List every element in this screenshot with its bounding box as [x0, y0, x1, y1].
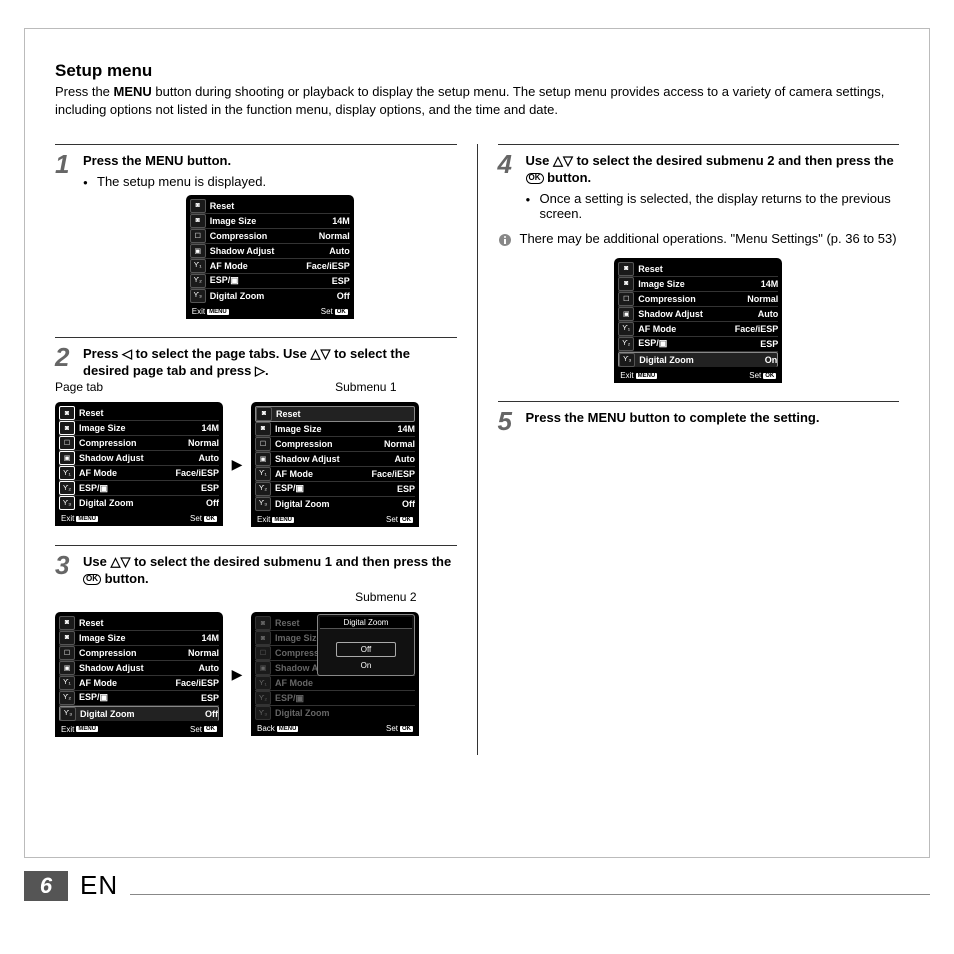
lock-icon: ☐ [618, 292, 634, 306]
step4-bullet: Once a setting is selected, the display … [526, 191, 900, 221]
step1-head: Press the MENU button. [83, 153, 457, 170]
camera-icon: ◙ [59, 406, 75, 420]
page-title: Setup menu [55, 61, 899, 81]
page-number: 6 [24, 871, 68, 901]
step2-head: Press ◁ to select the page tabs. Use △▽ … [83, 346, 457, 380]
step4-head: Use △▽ to select the desired submenu 2 a… [526, 153, 900, 187]
label-page-tab: Page tab [55, 380, 103, 394]
lock-icon: ☐ [190, 229, 206, 243]
camera-icon: ◙ [618, 262, 634, 276]
play-icon: ▣ [59, 661, 75, 675]
page-lang: EN [80, 870, 118, 901]
popup-opt-off: Off [336, 642, 396, 657]
footer-exit: ExitMENU [192, 307, 229, 316]
column-divider [477, 144, 478, 754]
ok-icon: OK [83, 574, 101, 585]
step-num: 5 [498, 408, 526, 434]
step-num: 1 [55, 151, 83, 177]
wrench-icon: Ƴ₂ [190, 274, 206, 288]
step5-head: Press the MENU button to complete the se… [526, 410, 900, 427]
wrench-icon: Ƴ₁ [618, 322, 634, 336]
play-icon: ▣ [59, 451, 75, 465]
camera-icon: ◙ [190, 214, 206, 228]
menu-step2-right: ◙Reset ◙Image Size14M ☐CompressionNormal… [251, 402, 419, 527]
menu-step3-right: ◙Reset ◙Image Size ☐Compression ▣Shadow … [251, 612, 419, 736]
play-icon: ▣ [618, 307, 634, 321]
footer-set: SetOK [321, 307, 348, 316]
note-icon [498, 233, 512, 250]
arrow-right-icon: ▶ [229, 666, 245, 683]
step-3: 3 Use △▽ to select the desired submenu 1… [55, 545, 457, 737]
lock-icon: ☐ [255, 437, 271, 451]
step-2: 2 Press ◁ to select the page tabs. Use △… [55, 337, 457, 527]
wrench-icon: Ƴ₂ [618, 337, 634, 351]
intro-pre: Press the [55, 84, 114, 99]
ok-icon: OK [526, 173, 544, 184]
camera-icon: ◙ [255, 422, 271, 436]
camera-icon: ◙ [618, 277, 634, 291]
label-submenu1: Submenu 1 [335, 380, 396, 394]
manual-page: Setup menu Press the MENU button during … [24, 28, 930, 858]
note-text: There may be additional operations. "Men… [520, 231, 897, 250]
menu-step2-left: ◙Reset ◙Image Size14M ☐CompressionNormal… [55, 402, 223, 526]
step-num: 3 [55, 552, 83, 578]
intro-text: Press the MENU button during shooting or… [55, 83, 899, 118]
wrench-icon: Ƴ₁ [255, 467, 271, 481]
play-icon: ▣ [190, 244, 206, 258]
step-num: 4 [498, 151, 526, 177]
wrench-icon: Ƴ₃ [619, 353, 635, 367]
menu-step3-left: ◙Reset ◙Image Size14M ☐CompressionNormal… [55, 612, 223, 737]
wrench-icon: Ƴ₂ [59, 691, 75, 705]
intro-post: button during shooting or playback to di… [55, 84, 884, 117]
step-5: 5 Press the MENU button to complete the … [498, 401, 900, 434]
wrench-icon: Ƴ₃ [59, 496, 75, 510]
popup-title: Digital Zoom [320, 617, 412, 629]
step3-head: Use △▽ to select the desired submenu 1 a… [83, 554, 457, 588]
footer-rule [130, 894, 930, 895]
popup-digital-zoom: Digital Zoom Off On [317, 614, 415, 676]
label-submenu2: Submenu 2 [355, 590, 416, 604]
intro-bold: MENU [114, 84, 152, 99]
wrench-icon: Ƴ₃ [255, 497, 271, 511]
play-icon: ▣ [255, 452, 271, 466]
step-num: 2 [55, 344, 83, 370]
column-right: 4 Use △▽ to select the desired submenu 2… [498, 144, 900, 754]
camera-icon: ◙ [256, 407, 272, 421]
wrench-icon: Ƴ₁ [59, 466, 75, 480]
arrow-right-icon: ▶ [229, 456, 245, 473]
camera-icon: ◙ [59, 631, 75, 645]
columns: 1 Press the MENU button. The setup menu … [55, 144, 899, 754]
wrench-icon: Ƴ₂ [255, 482, 271, 496]
step-4: 4 Use △▽ to select the desired submenu 2… [498, 144, 900, 383]
wrench-icon: Ƴ₁ [59, 676, 75, 690]
wrench-icon: Ƴ₁ [190, 259, 206, 273]
camera-icon: ◙ [190, 199, 206, 213]
camera-icon: ◙ [59, 421, 75, 435]
wrench-icon: Ƴ₃ [60, 707, 76, 721]
wrench-icon: Ƴ₂ [59, 481, 75, 495]
page-footer: 6 EN [24, 870, 930, 901]
popup-opt-on: On [336, 659, 396, 672]
menu-step4: ◙Reset ◙Image Size14M ☐CompressionNormal… [614, 258, 782, 383]
lock-icon: ☐ [59, 646, 75, 660]
step-1: 1 Press the MENU button. The setup menu … [55, 144, 457, 319]
menu-step1: ◙Reset ◙Image Size14M ☐CompressionNormal… [186, 195, 354, 319]
column-left: 1 Press the MENU button. The setup menu … [55, 144, 457, 754]
lock-icon: ☐ [59, 436, 75, 450]
step1-bullet: The setup menu is displayed. [83, 174, 457, 189]
wrench-icon: Ƴ₃ [190, 289, 206, 303]
camera-icon: ◙ [59, 616, 75, 630]
